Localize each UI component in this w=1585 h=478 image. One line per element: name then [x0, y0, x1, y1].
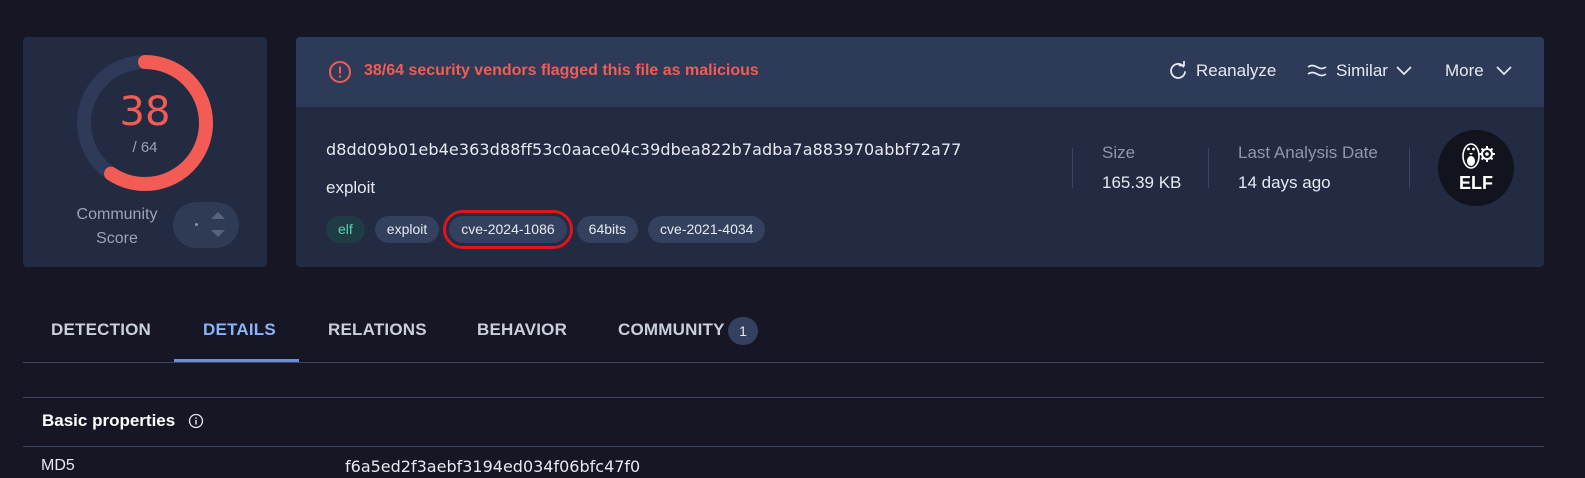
chevron-down-icon — [1496, 66, 1512, 76]
divider — [23, 397, 1544, 398]
divider — [23, 446, 1544, 447]
file-type-badge: ELF — [1438, 130, 1514, 206]
divider — [1072, 148, 1073, 188]
tab-behavior[interactable]: BEHAVIOR — [477, 320, 567, 340]
size-value: 165.39 KB — [1102, 173, 1182, 192]
downvote-icon[interactable] — [211, 230, 225, 237]
tab-bar: DETECTION DETAILS RELATIONS BEHAVIOR COM… — [23, 300, 1544, 363]
file-type-name: exploit — [326, 178, 376, 197]
community-score-label: Community Score — [76, 206, 158, 247]
detection-count: 38 — [119, 89, 171, 135]
tag-elf[interactable]: elf — [326, 216, 365, 243]
tab-community[interactable]: COMMUNITY — [618, 320, 725, 340]
refresh-icon — [1170, 61, 1186, 79]
community-vote-control[interactable] — [173, 202, 239, 248]
info-icon[interactable] — [188, 413, 204, 429]
elf-label: ELF — [1459, 173, 1493, 193]
size-label: Size — [1102, 143, 1136, 162]
malicious-alert-text: 38/64 security vendors flagged this file… — [364, 62, 759, 79]
basic-properties-title: Basic properties — [42, 411, 176, 430]
tag-64bits[interactable]: 64bits — [576, 216, 639, 243]
linux-penguin-icon — [1462, 143, 1495, 169]
more-dropdown[interactable]: More — [1445, 61, 1512, 81]
alert-circle-icon — [329, 61, 351, 83]
md5-label: MD5 — [41, 457, 75, 474]
chevron-down-icon — [1396, 66, 1412, 76]
file-summary-card: 38/64 security vendors flagged this file… — [296, 37, 1544, 267]
similar-label: Similar — [1336, 61, 1388, 80]
community-score-value — [195, 223, 198, 226]
similar-dropdown[interactable]: Similar — [1306, 61, 1412, 81]
divider — [1208, 148, 1209, 188]
tag-cve-2021-4034[interactable]: cve-2021-4034 — [648, 216, 766, 243]
more-label: More — [1445, 61, 1484, 80]
upvote-icon[interactable] — [211, 212, 225, 219]
last-analysis-date-value: 14 days ago — [1238, 173, 1331, 192]
tag-list: elf exploit cve-2024-1086 64bits cve-2021-40… — [326, 210, 766, 249]
tag-cve-2024-1086[interactable]: cve-2024-1086 — [443, 210, 573, 249]
tab-relations[interactable]: RELATIONS — [328, 320, 427, 340]
file-hash[interactable]: d8dd09b01eb4e363d88ff53c0aace04c39dbea82… — [326, 140, 961, 159]
tab-detection[interactable]: DETECTION — [51, 320, 151, 340]
reanalyze-button[interactable]: Reanalyze — [1168, 61, 1276, 81]
tag-exploit[interactable]: exploit — [374, 216, 440, 243]
community-count-badge: 1 — [728, 317, 758, 345]
score-card: 38 / 64 Community Score — [23, 37, 267, 267]
detection-total: / 64 — [132, 139, 158, 156]
last-analysis-date-label: Last Analysis Date — [1238, 143, 1378, 162]
tab-details[interactable]: DETAILS — [203, 320, 276, 340]
active-tab-indicator — [174, 359, 299, 362]
similar-icon — [1307, 64, 1327, 77]
divider — [1409, 148, 1410, 188]
alert-bar: 38/64 security vendors flagged this file… — [296, 37, 1544, 107]
md5-value[interactable]: f6a5ed2f3aebf3194ed034f06bfc47f0 — [345, 457, 640, 476]
reanalyze-label: Reanalyze — [1196, 61, 1277, 80]
